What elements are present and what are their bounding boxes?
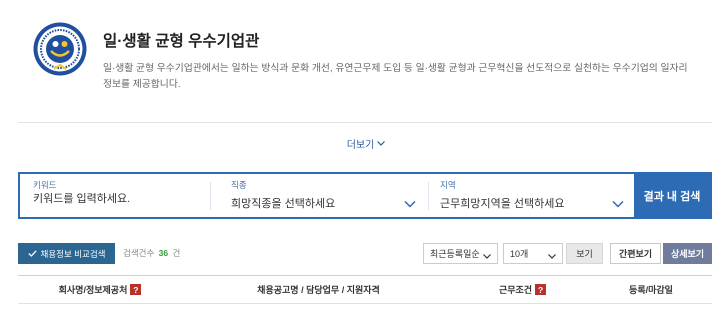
region-select[interactable]: 지역 근무희망지역을 선택하세요: [429, 174, 634, 217]
page-size-select[interactable]: 10개: [503, 243, 563, 264]
job-label: 직종: [231, 180, 247, 190]
detail-view-button[interactable]: 상세보기: [663, 243, 712, 264]
help-icon[interactable]: ?: [535, 284, 547, 295]
keyword-field[interactable]: 키워드: [20, 174, 210, 217]
compare-label: 채용정보 비교검색: [40, 248, 106, 259]
simple-view-button[interactable]: 간편보기: [610, 243, 661, 264]
page-size-value: 10개: [510, 249, 529, 259]
region-label: 지역: [440, 180, 456, 190]
region-value: 근무희망지역을 선택하세요: [440, 198, 565, 210]
job-listing-page: 일·생활 균형 우수기업관 일·생활 균형 우수기업관에서는 일하는 방식과 문…: [0, 0, 720, 309]
keyword-label: 키워드: [33, 180, 57, 190]
more-label: 더보기: [346, 140, 375, 151]
compare-button[interactable]: 채용정보 비교검색: [18, 243, 115, 264]
page-title: 일·생활 균형 우수기업관: [103, 33, 260, 50]
description-line: 일·생활 균형 우수기업관에서는 일하는 방식과 문화 개선, 유연근무제 도입…: [103, 63, 688, 74]
count-label: 검색건수: [123, 248, 155, 258]
count-value: 36: [158, 248, 169, 258]
keyword-input[interactable]: [33, 193, 203, 205]
column-header-posting: 채용공고명 / 담당업무 / 지원자격: [182, 276, 455, 303]
award-badge-icon: [33, 22, 87, 76]
column-header-company: 회사명/정보제공처 ?: [18, 276, 182, 303]
table-header: 회사명/정보제공처 ? 채용공고명 / 담당업무 / 지원자격 근무조건 ? 등…: [18, 275, 712, 304]
chevron-down-icon: [404, 195, 416, 208]
job-value: 희망직종을 선택하세요: [231, 198, 336, 210]
chevron-down-icon: [548, 251, 556, 259]
column-label: 회사명/정보제공처: [58, 285, 128, 295]
sort-value: 최근등록일순: [430, 249, 480, 259]
more-button[interactable]: 더보기: [330, 135, 402, 152]
apply-view-button[interactable]: 보기: [566, 243, 603, 264]
search-submit-button[interactable]: 결과 내 검색: [634, 174, 710, 217]
column-label: 등록/마감일: [629, 285, 673, 295]
divider: [18, 122, 712, 123]
help-icon[interactable]: ?: [130, 284, 142, 295]
count-unit: 건: [172, 248, 181, 258]
column-header-dates: 등록/마감일: [590, 276, 712, 303]
chevron-down-icon: [377, 138, 386, 149]
search-bar: 키워드 직종 희망직종을 선택하세요 지역 근무희망지역을 선택하세요 결과 내…: [18, 172, 712, 219]
column-label: 채용공고명 / 담당업무 / 지원자격: [257, 285, 380, 295]
sort-select[interactable]: 최근등록일순: [423, 243, 498, 264]
result-count: 검색건수 36 건: [123, 243, 180, 264]
description-line: 정보를 제공합니다.: [103, 79, 181, 90]
chevron-down-icon: [483, 251, 491, 259]
page-description: 일·생활 균형 우수기업관에서는 일하는 방식과 문화 개선, 유연근무제 도입…: [103, 61, 708, 93]
job-select[interactable]: 직종 희망직종을 선택하세요: [211, 174, 428, 217]
check-icon: [27, 249, 37, 259]
chevron-down-icon: [612, 195, 624, 208]
column-header-conditions: 근무조건 ?: [455, 276, 590, 303]
column-label: 근무조건: [498, 285, 533, 295]
